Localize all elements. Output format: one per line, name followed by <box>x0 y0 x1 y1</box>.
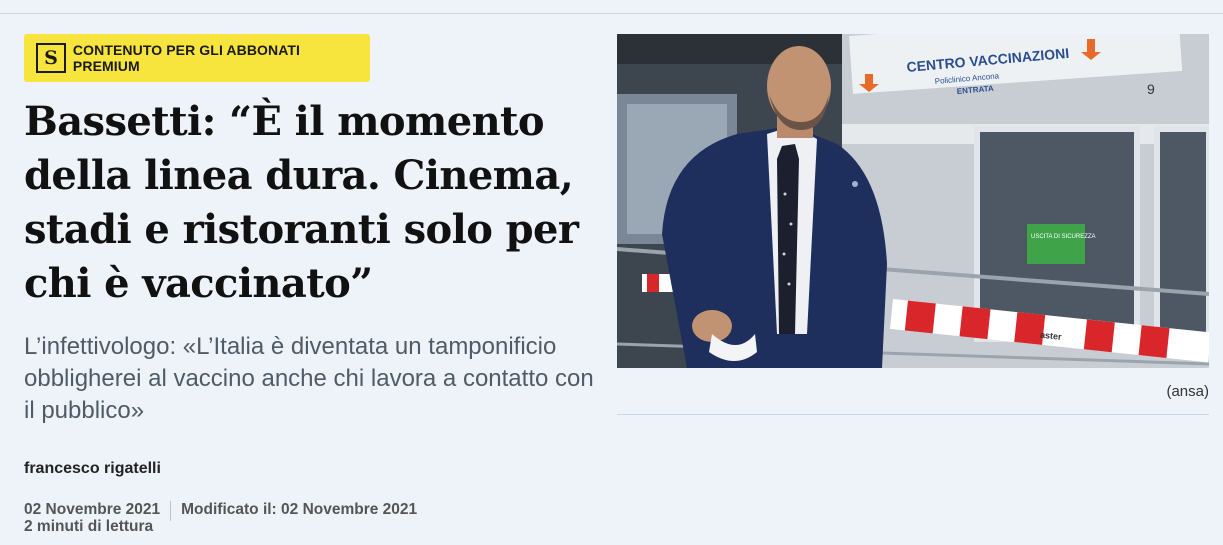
date-divider <box>170 501 172 521</box>
premium-badge-label: CONTENUTO PER GLI ABBONATI PREMIUM <box>72 42 301 74</box>
caption-divider <box>617 414 1209 415</box>
top-divider <box>0 13 1223 14</box>
premium-badge[interactable]: S CONTENUTO PER GLI ABBONATI PREMIUM <box>24 34 370 82</box>
reading-time: 2 minuti di lettura <box>24 518 154 535</box>
article-photo[interactable]: CENTRO VACCINAZIONI Policlinico Ancona E… <box>617 34 1209 368</box>
modified-date: Modificato il: 02 Novembre 2021 <box>181 501 418 518</box>
sign-number: 9 <box>1147 81 1155 97</box>
green-exit-sign: USCITA DI SICUREZZA <box>1031 234 1096 240</box>
author-name[interactable]: francesco rigatelli <box>24 460 161 478</box>
premium-logo-icon: S <box>36 43 66 73</box>
published-date: 02 Novembre 2021 <box>24 501 161 518</box>
article-subtitle: L’infettivologo: «L’Italia è diventata u… <box>24 333 594 424</box>
article-headline: Bassetti: “È il momento della linea dura… <box>24 98 579 307</box>
photo-caption: (ansa) <box>1166 383 1209 400</box>
